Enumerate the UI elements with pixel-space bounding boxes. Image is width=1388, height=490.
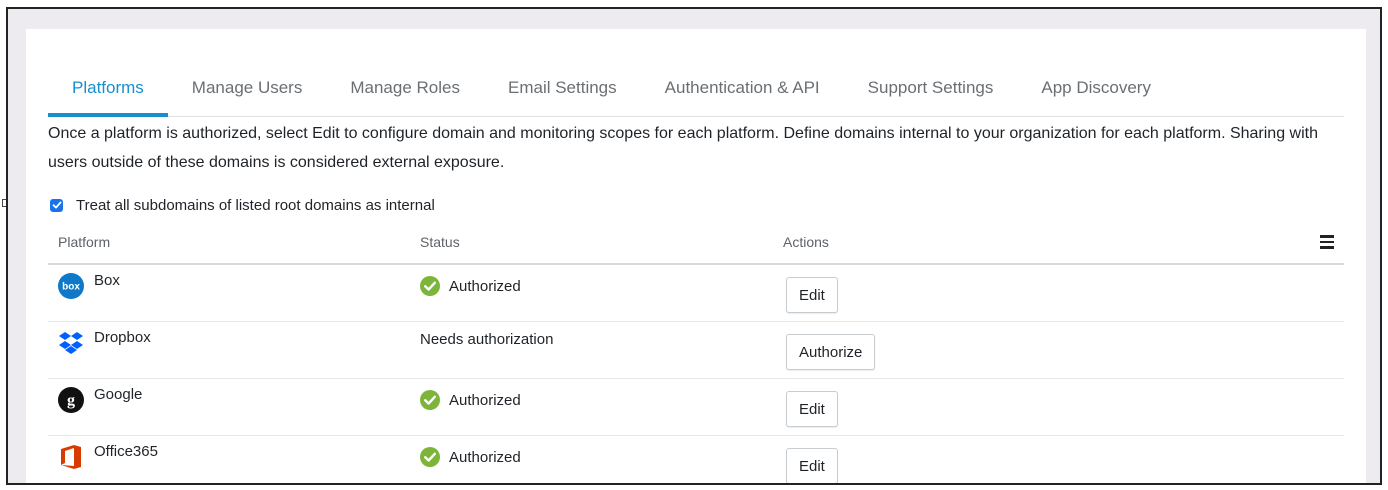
tab-email-settings[interactable]: Email Settings xyxy=(484,72,641,110)
table-header: Platform Status Actions xyxy=(48,225,1344,265)
table-row: Dropbox Needs authorization Authorize xyxy=(48,322,1344,379)
hamburger-menu-icon[interactable] xyxy=(1320,235,1334,252)
tab-platforms[interactable]: Platforms xyxy=(48,72,168,117)
box-logo-icon: box xyxy=(58,273,84,299)
platform-name: Office365 xyxy=(94,442,158,460)
edit-button[interactable]: Edit xyxy=(786,277,838,313)
status-text: Needs authorization xyxy=(420,331,554,348)
window-frame: Platforms Manage Users Manage Roles Emai… xyxy=(6,7,1382,485)
edit-button[interactable]: Edit xyxy=(786,448,838,483)
table-row: g Google Authorized Edit xyxy=(48,379,1344,436)
frame-edge-marker xyxy=(2,199,6,207)
platform-cell: Office365 xyxy=(58,442,158,470)
table-row: Office365 Authorized Edit xyxy=(48,436,1344,483)
check-circle-icon xyxy=(420,390,440,410)
svg-text:box: box xyxy=(62,282,80,293)
subdomain-option[interactable]: Treat all subdomains of listed root doma… xyxy=(48,194,435,216)
edit-button[interactable]: Edit xyxy=(786,391,838,427)
platform-description: Once a platform is authorized, select Ed… xyxy=(48,125,1318,171)
platform-name: Google xyxy=(94,385,143,403)
tab-bar: Platforms Manage Users Manage Roles Emai… xyxy=(48,72,1344,117)
office365-logo-icon xyxy=(58,444,84,470)
svg-text:g: g xyxy=(67,392,75,409)
tab-app-discovery[interactable]: App Discovery xyxy=(1017,72,1175,110)
status-cell: Authorized xyxy=(420,390,521,410)
status-text: Authorized xyxy=(449,277,521,295)
column-header-status[interactable]: Status xyxy=(420,234,460,250)
column-header-actions: Actions xyxy=(783,234,829,250)
check-circle-icon xyxy=(420,276,440,296)
status-text: Authorized xyxy=(449,391,521,409)
settings-panel: Platforms Manage Users Manage Roles Emai… xyxy=(26,29,1366,483)
check-circle-icon xyxy=(420,447,440,467)
tab-manage-users[interactable]: Manage Users xyxy=(168,72,327,110)
platform-name: Dropbox xyxy=(94,328,151,346)
tab-manage-roles[interactable]: Manage Roles xyxy=(326,72,484,110)
platform-cell: box Box xyxy=(58,271,120,299)
google-logo-icon: g xyxy=(58,387,84,413)
authorize-button[interactable]: Authorize xyxy=(786,334,876,370)
checkmark-icon xyxy=(52,201,61,209)
column-header-platform[interactable]: Platform xyxy=(58,234,110,250)
status-cell: Authorized xyxy=(420,276,521,296)
dropbox-logo-icon xyxy=(58,330,84,356)
subdomain-option-label: Treat all subdomains of listed root doma… xyxy=(76,196,435,214)
tab-authentication-api[interactable]: Authentication & API xyxy=(641,72,844,110)
platform-name: Box xyxy=(94,271,120,289)
platform-cell: g Google xyxy=(58,385,143,413)
tab-support-settings[interactable]: Support Settings xyxy=(844,72,1018,110)
platform-cell: Dropbox xyxy=(58,328,151,356)
subdomain-checkbox[interactable] xyxy=(50,198,63,212)
status-cell: Authorized xyxy=(420,447,521,467)
status-text: Authorized xyxy=(449,448,521,466)
table-row: box Box Authorized Edit xyxy=(48,265,1344,322)
